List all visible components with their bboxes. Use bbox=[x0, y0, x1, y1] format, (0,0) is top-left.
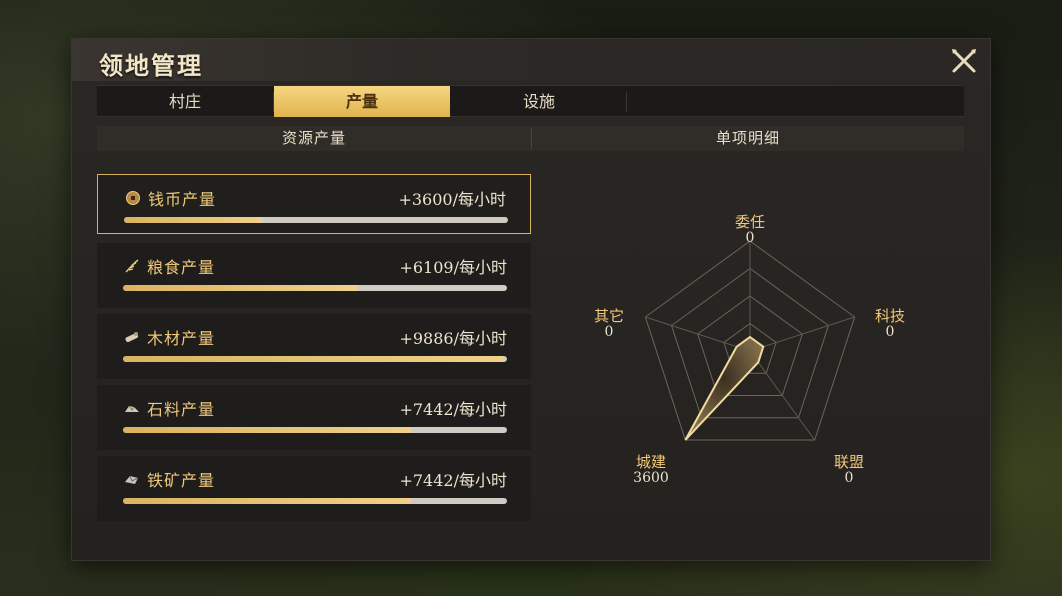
tab-bar: 村庄 产量 设施 bbox=[97, 85, 964, 117]
resource-value: +7442/每小时 bbox=[399, 400, 507, 419]
axis-value: 3600 bbox=[633, 470, 669, 486]
progress-bar bbox=[124, 217, 508, 223]
resource-row-coin[interactable]: 钱币产量 +3600/每小时 bbox=[97, 174, 531, 234]
detail-heading: 单项明细 bbox=[715, 129, 780, 147]
resource-name: 石料产量 bbox=[147, 400, 216, 419]
progress-fill bbox=[123, 498, 411, 504]
iron-icon bbox=[125, 475, 139, 484]
tab-facilities[interactable]: 设施 bbox=[451, 86, 627, 117]
progress-fill bbox=[123, 356, 504, 362]
tab-village[interactable]: 村庄 bbox=[97, 86, 273, 117]
axis-value: 0 bbox=[745, 230, 755, 246]
axis-label: 联盟 bbox=[833, 453, 864, 471]
progress-bar bbox=[123, 427, 507, 433]
axis-value: 0 bbox=[844, 470, 854, 486]
progress-bar bbox=[123, 498, 507, 504]
panel-title: 领地管理 bbox=[99, 51, 203, 80]
radar-spoke bbox=[645, 316, 751, 352]
axis-label: 其它 bbox=[593, 307, 624, 325]
stone-icon bbox=[125, 405, 139, 412]
axis-value: 0 bbox=[604, 324, 614, 340]
radar-grid-ring bbox=[723, 322, 777, 374]
progress-fill bbox=[124, 217, 263, 223]
resource-value: +9886/每小时 bbox=[399, 329, 507, 348]
axis-label: 城建 bbox=[635, 453, 666, 471]
tab-divider bbox=[626, 92, 627, 112]
resource-name: 木材产量 bbox=[147, 329, 216, 348]
close-icon bbox=[952, 49, 976, 73]
resource-value: +7442/每小时 bbox=[399, 471, 507, 490]
resource-row-grain[interactable]: 粮食产量 +6109/每小时 bbox=[97, 243, 531, 308]
resource-name: 粮食产量 bbox=[147, 258, 216, 277]
resource-output-heading: 资源产量 bbox=[281, 129, 346, 147]
radar-label-appointment: 委任 0 bbox=[720, 214, 780, 246]
coin-icon bbox=[126, 191, 140, 205]
radar-grid-ring bbox=[697, 295, 803, 396]
axis-value: 0 bbox=[885, 324, 895, 340]
grain-icon bbox=[125, 259, 139, 273]
tab-divider bbox=[273, 92, 274, 112]
radar-label-other: 其它 0 bbox=[579, 308, 639, 340]
radar-grid-ring bbox=[670, 267, 830, 419]
resource-row-wood[interactable]: 木材产量 +9886/每小时 bbox=[97, 314, 531, 379]
axis-label: 科技 bbox=[874, 307, 905, 325]
radar-spoke bbox=[684, 350, 751, 441]
radar-label-technology: 科技 0 bbox=[860, 308, 920, 340]
progress-bar bbox=[123, 356, 507, 362]
radar-grid-ring bbox=[644, 240, 856, 441]
resource-value: +6109/每小时 bbox=[399, 258, 507, 277]
radar-spoke bbox=[749, 350, 816, 441]
territory-panel: 领地管理 村庄 产量 设施 资源产量 单项明细 钱币产量 +3600/每小时 粮… bbox=[72, 39, 990, 560]
wood-icon bbox=[125, 332, 139, 343]
radar-label-alliance: 联盟 0 bbox=[819, 454, 879, 486]
radar-spoke bbox=[749, 316, 855, 352]
axis-label: 委任 bbox=[734, 213, 765, 231]
resource-row-stone[interactable]: 石料产量 +7442/每小时 bbox=[97, 385, 531, 450]
resource-name: 铁矿产量 bbox=[147, 471, 216, 490]
progress-bar bbox=[123, 285, 507, 291]
resource-name: 钱币产量 bbox=[148, 190, 217, 209]
radar-data-area bbox=[684, 335, 765, 441]
progress-fill bbox=[123, 427, 411, 433]
section-header: 资源产量 单项明细 bbox=[97, 126, 964, 151]
tab-production[interactable]: 产量 bbox=[274, 86, 450, 117]
radar-label-construction: 城建 3600 bbox=[621, 454, 681, 486]
close-button[interactable] bbox=[948, 45, 980, 77]
resource-value: +3600/每小时 bbox=[398, 190, 506, 209]
progress-fill bbox=[123, 285, 358, 291]
title-bar: 领地管理 bbox=[72, 39, 990, 81]
resource-row-iron[interactable]: 铁矿产量 +7442/每小时 bbox=[97, 456, 531, 521]
